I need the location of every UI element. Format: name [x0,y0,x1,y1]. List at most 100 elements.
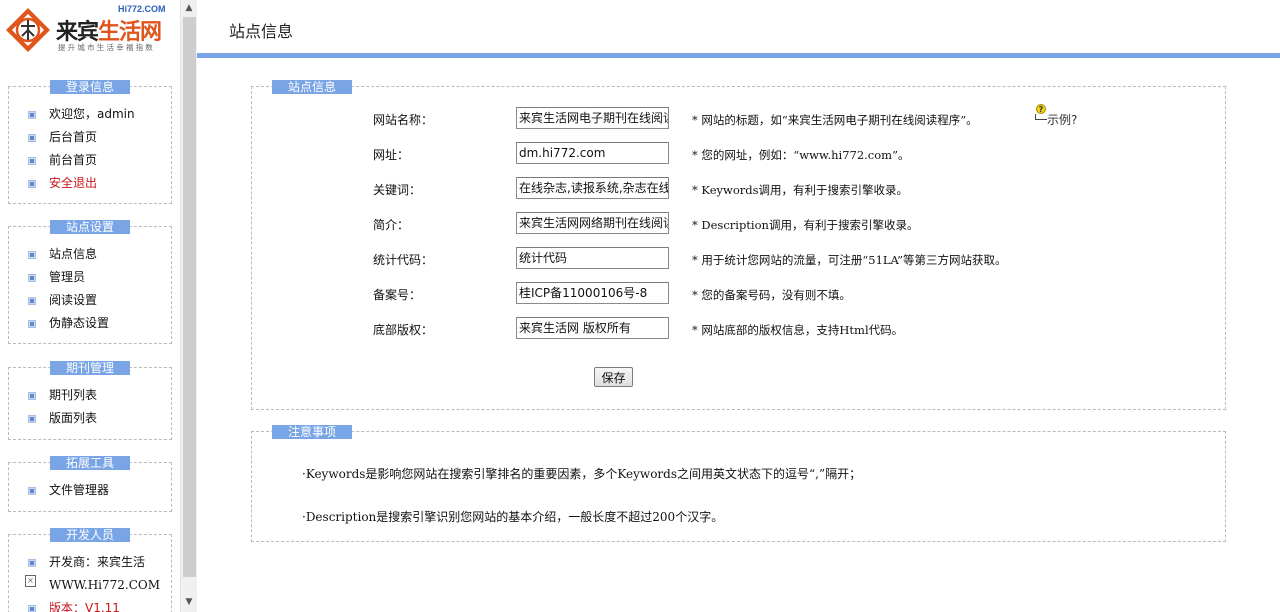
bullet-icon [29,606,35,612]
copyright-hint: * 网站底部的版权信息，支持Html代码。 [692,323,904,337]
stats-code-label: 统计代码： [373,253,434,267]
sidebar-item-page-list[interactable]: 版面列表 [9,407,171,430]
sidebar-item-admin-home[interactable]: 后台首页 [9,126,171,149]
keywords-input[interactable]: 在线杂志,读报系统,杂志在线 [516,177,669,199]
bullet-icon [29,560,35,566]
logo-mark-icon [6,8,50,52]
bullet-icon [29,158,35,164]
site-name-input[interactable]: 来宾生活网电子期刊在线阅读程序 [516,107,669,129]
form-row-description: 简介： 来宾生活网网络期刊在线阅读 * Description调用，有利于搜索引… [252,212,1225,236]
form-row-icp: 备案号： 桂ICP备11000106号-8 * 您的备案号码，没有则不填。 [252,282,1225,306]
sidebar-item-label: 后台首页 [49,130,98,144]
bullet-icon [29,416,35,422]
bullet-icon [29,321,35,327]
bullet-icon [29,181,35,187]
main-header: 站点信息 [197,0,1280,58]
sidebar-item-frontend-home[interactable]: 前台首页 [9,149,171,172]
sidebar-item-developer-site[interactable]: × WWW.Hi772.COM [9,574,171,597]
sidebar-section-developers: 开发人员 开发商：来宾生活 × WWW.Hi772.COM 版本：V1.11 [8,528,172,612]
panel-title: 站点信息 [272,80,352,94]
sidebar-item-label: 版本：V1.11 [49,601,120,612]
sidebar-section-title: 期刊管理 [50,361,130,375]
sidebar-item-label: 管理员 [49,270,86,284]
keywords-label: 关键词： [373,183,422,197]
scrollbar-thumb[interactable] [183,17,196,577]
icp-hint: * 您的备案号码，没有则不填。 [692,288,851,302]
panel-title: 注意事项 [272,425,352,439]
scroll-down-icon[interactable]: ▼ [181,594,197,611]
example-label: 示例? [1047,113,1078,127]
url-hint: * 您的网址，例如：“www.hi772.com”。 [692,148,910,162]
sidebar-item-label: 版面列表 [49,411,98,425]
bullet-icon [29,298,35,304]
sidebar-item-label: 安全退出 [49,176,98,190]
description-label: 简介： [373,218,410,232]
sidebar-item-file-manager[interactable]: 文件管理器 [9,479,171,502]
sidebar-scrollbar[interactable]: ▲ ▼ [180,0,197,612]
sidebar-item-version: 版本：V1.11 [9,597,171,612]
sidebar-item-developer: 开发商：来宾生活 [9,551,171,574]
sidebar: Hi772.COM 来宾生活网 提升城市生活幸福指数 登录信息 欢迎您，admi… [0,0,180,612]
site-name-hint: * 网站的标题，如“来宾生活网电子期刊在线阅读程序”。 [692,113,978,127]
sidebar-item-journal-list[interactable]: 期刊列表 [9,384,171,407]
page-title: 站点信息 [229,22,294,41]
sidebar-item-label: 站点信息 [49,247,98,261]
sidebar-item-label: 欢迎您，admin [49,107,135,121]
broken-image-icon: × [25,575,36,587]
copyright-input[interactable]: 来宾生活网 版权所有 [516,317,669,339]
bullet-icon [29,393,35,399]
url-label: 网址： [373,148,410,162]
sidebar-item-label: 文件管理器 [49,483,110,497]
sidebar-section-login: 登录信息 欢迎您，admin 后台首页 前台首页 安全退出 [8,80,172,204]
sidebar-item-label: 阅读设置 [49,293,98,307]
help-icon: ? [1035,104,1047,122]
bullet-icon [29,112,35,118]
sidebar-item-label: 开发商：来宾生活 [49,555,146,569]
sidebar-section-site-settings: 站点设置 站点信息 管理员 阅读设置 伪静态设置 [8,220,172,344]
stats-code-input[interactable]: 统计代码 [516,247,669,269]
scroll-up-icon[interactable]: ▲ [181,0,197,17]
note-keywords: ·Keywords是影响您网站在搜索引擎排名的重要因素，多个Keywords之间… [302,467,862,481]
form-row-copyright: 底部版权： 来宾生活网 版权所有 * 网站底部的版权信息，支持Html代码。 [252,317,1225,341]
description-hint: * Description调用，有利于搜索引擎收录。 [692,218,919,232]
sidebar-section-tools: 拓展工具 文件管理器 [8,456,172,512]
sidebar-item-welcome: 欢迎您，admin [9,103,171,126]
logo: Hi772.COM 来宾生活网 提升城市生活幸福指数 [0,0,180,58]
logo-slogan: 提升城市生活幸福指数 [58,43,155,52]
sidebar-item-site-info[interactable]: 站点信息 [9,243,171,266]
save-button[interactable]: 保存 [594,367,633,387]
icp-input[interactable]: 桂ICP备11000106号-8 [516,282,669,304]
sidebar-section-title: 开发人员 [50,528,130,542]
sidebar-item-label: WWW.Hi772.COM [49,578,161,592]
sidebar-item-rewrite-settings[interactable]: 伪静态设置 [9,312,171,335]
notes-panel: 注意事项 ·Keywords是影响您网站在搜索引擎排名的重要因素，多个Keywo… [251,425,1226,542]
example-link[interactable]: ? 示例? [1035,104,1078,127]
sidebar-section-title: 站点设置 [50,220,130,234]
description-input[interactable]: 来宾生活网网络期刊在线阅读 [516,212,669,234]
sidebar-item-admins[interactable]: 管理员 [9,266,171,289]
stats-code-hint: * 用于统计您网站的流量，可注册“51LA”等第三方网站获取。 [692,253,1007,267]
sidebar-section-journals: 期刊管理 期刊列表 版面列表 [8,361,172,440]
sidebar-item-label: 前台首页 [49,153,98,167]
sidebar-item-reading-settings[interactable]: 阅读设置 [9,289,171,312]
site-name-label: 网站名称： [373,113,434,127]
sidebar-item-label: 伪静态设置 [49,316,110,330]
url-input[interactable]: dm.hi772.com [516,142,669,164]
logo-site-text: Hi772.COM [118,4,166,14]
sidebar-section-title: 登录信息 [50,80,130,94]
bullet-icon [29,252,35,258]
keywords-hint: * Keywords调用，有利于搜索引擎收录。 [692,183,909,197]
form-row-stats-code: 统计代码： 统计代码 * 用于统计您网站的流量，可注册“51LA”等第三方网站获… [252,247,1225,271]
bullet-icon [29,275,35,281]
sidebar-item-label: 期刊列表 [49,388,98,402]
form-row-site-name: 网站名称： 来宾生活网电子期刊在线阅读程序 * 网站的标题，如“来宾生活网电子期… [252,104,1225,131]
sidebar-item-logout[interactable]: 安全退出 [9,172,171,195]
note-description: ·Description是搜索引擎识别您网站的基本介绍，一般长度不超过200个汉… [302,510,724,524]
form-row-url: 网址： dm.hi772.com * 您的网址，例如：“www.hi772.co… [252,142,1225,166]
bullet-icon [29,135,35,141]
bullet-icon [29,488,35,494]
copyright-label: 底部版权： [373,323,434,337]
site-info-panel: 站点信息 网站名称： 来宾生活网电子期刊在线阅读程序 * 网站的标题，如“来宾生… [251,80,1226,410]
form-row-keywords: 关键词： 在线杂志,读报系统,杂志在线 * Keywords调用，有利于搜索引擎… [252,177,1225,201]
sidebar-section-title: 拓展工具 [50,456,130,470]
